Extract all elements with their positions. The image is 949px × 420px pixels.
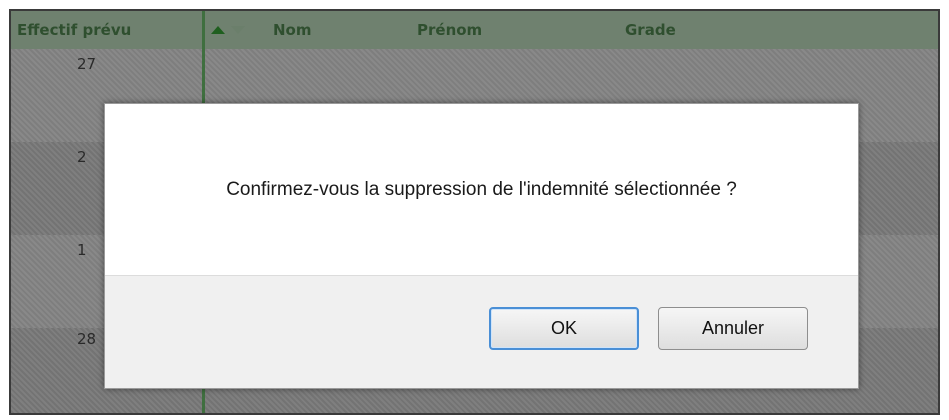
- column-header-grade-label: Grade: [625, 21, 676, 39]
- cell-effectif: 28: [77, 330, 97, 348]
- cell-effectif: 27: [77, 55, 97, 73]
- column-header-nom[interactable]: Nom: [273, 11, 312, 49]
- column-header-effectif-label: Effectif prévu: [17, 21, 132, 39]
- dialog-message: Confirmez-vous la suppression de l'indem…: [226, 179, 737, 200]
- sort-descending-icon[interactable]: [231, 26, 245, 34]
- column-header-prenom[interactable]: Prénom: [417, 11, 482, 49]
- cell-effectif: 2: [77, 148, 87, 166]
- column-header-prenom-label: Prénom: [417, 21, 483, 39]
- cell-effectif: 1: [77, 241, 87, 259]
- dialog-footer: OK Annuler: [105, 275, 858, 388]
- ok-button[interactable]: OK: [489, 307, 639, 350]
- cancel-button[interactable]: Annuler: [658, 307, 808, 350]
- grid-header: Effectif prévu Nom Prénom Grade: [11, 11, 938, 50]
- sort-toggle[interactable]: [211, 11, 271, 49]
- column-header-effectif[interactable]: Effectif prévu: [17, 11, 197, 49]
- column-header-grade[interactable]: Grade: [625, 11, 676, 49]
- confirm-dialog: Confirmez-vous la suppression de l'indem…: [104, 103, 859, 389]
- sort-ascending-icon[interactable]: [211, 26, 225, 34]
- column-header-nom-label: Nom: [273, 21, 312, 39]
